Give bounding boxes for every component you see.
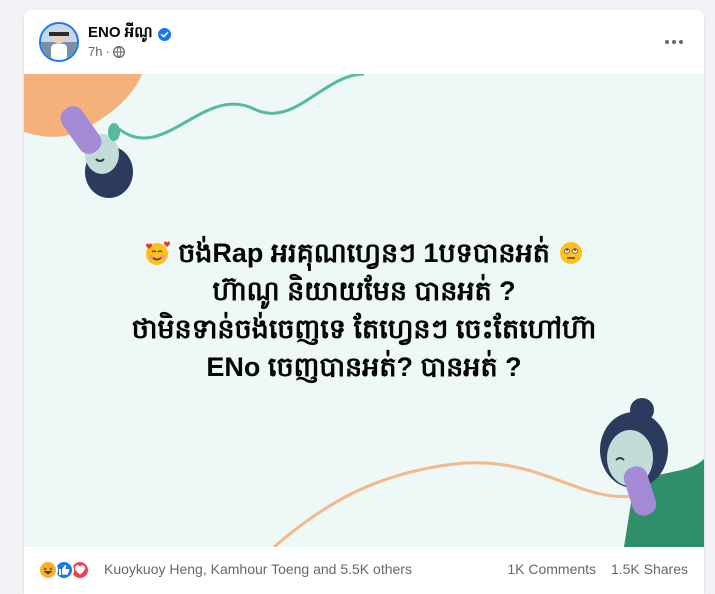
post-meta: 7h · [88,44,125,59]
post-time[interactable]: 7h [88,44,102,59]
post-header: ENO អីណូ 7h · [24,10,704,74]
verified-badge-icon [157,27,171,41]
shares-count[interactable]: 1.5K Shares [611,561,688,577]
author-row: ENO អីណូ [88,24,171,44]
reaction-icons[interactable] [38,560,90,580]
post-text-background: ចង់Rap អរគុណហ្វេនៗ 1បទបានអត់ ហ៊ាណូ និយាយ… [24,74,704,547]
smiling-face-with-hearts-icon [145,241,170,265]
post-line-1-text: ចង់Rap អរគុណហ្វេនៗ 1បទបានអត់ [178,238,550,268]
post-card: ENO អីណូ 7h · ចង់Rap អរគុណហ្វេនៗ 1បទបានអ… [24,10,704,594]
reactors-summary[interactable]: Kuoykuoy Heng, Kamhour Toeng and 5.5K ot… [104,561,412,577]
post-footer: Kuoykuoy Heng, Kamhour Toeng and 5.5K ot… [24,547,704,594]
post-line-1: ចង់Rap អរគុណហ្វេនៗ 1បទបានអត់ [44,234,684,272]
caller-right-figure [600,398,704,547]
meta-separator: · [105,44,110,59]
author-name[interactable]: ENO អីណូ [88,23,153,45]
more-options-button[interactable] [658,26,690,58]
globe-icon [112,45,125,58]
post-line-3: ថាមិនទាន់ចង់ចេញទេ តែហ្វេនៗ ចេះតែហៅហ៊ា [131,314,597,344]
post-line-2: ហ៊ាណូ និយាយមែន បានអត់ ? [212,276,516,306]
post-text: ចង់Rap អរគុណហ្វេនៗ 1បទបានអត់ ហ៊ាណូ និយាយ… [44,234,684,386]
more-dots-icon [665,40,683,44]
haha-icon [38,560,58,580]
author-avatar[interactable] [39,22,79,62]
comments-count[interactable]: 1K Comments [507,561,596,577]
post-line-4: ENo ចេញបានអត់? បានអត់ ? [206,352,522,382]
eye-roll-face-icon [560,242,583,264]
engagement-counts: 1K Comments 1.5K Shares [507,561,688,577]
